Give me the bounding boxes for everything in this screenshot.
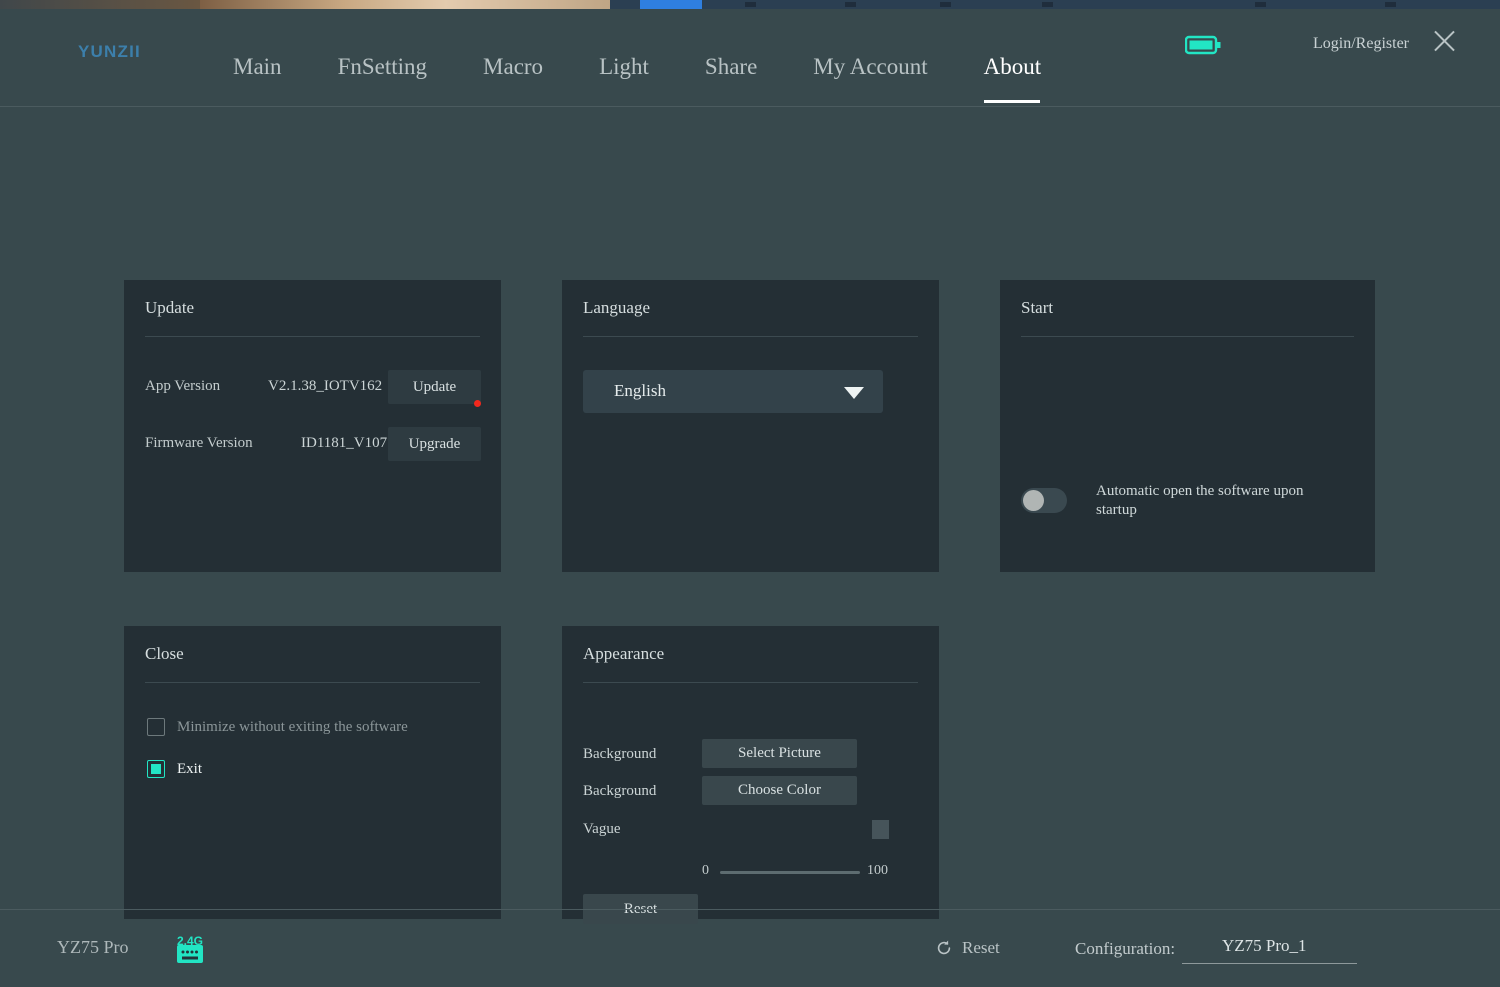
card-language-body: English — [562, 337, 939, 572]
footer-reset-label: Reset — [962, 938, 1000, 957]
autostart-label: Automatic open the software upon startup — [1096, 483, 1304, 518]
card-close-title: Close — [145, 644, 184, 663]
tab-fnsetting[interactable]: FnSetting — [310, 51, 455, 83]
card-update: Update App Version V2.1.38_IOTV162 Updat… — [124, 280, 501, 572]
background-toolbar-mark — [845, 2, 856, 7]
vague-slider-row: 0 100 — [702, 863, 888, 881]
card-appearance-title: Appearance — [583, 644, 665, 663]
app-footer: YZ75 Pro 2.4G Reset Configuration: YZ75 … — [0, 909, 1500, 987]
app-version-row: App Version V2.1.38_IOTV162 Update — [145, 370, 481, 407]
chevron-down-icon — [844, 387, 864, 399]
app-window: YUNZII Main FnSetting Macro Light Share … — [0, 9, 1500, 987]
background-toolbar-mark — [1042, 2, 1053, 7]
card-start-title: Start — [1021, 298, 1054, 317]
battery-icon — [1185, 35, 1221, 55]
update-button[interactable]: Update — [388, 370, 481, 404]
card-language-title: Language — [583, 298, 651, 317]
card-appearance: Appearance Background Select Picture Bac… — [562, 626, 939, 924]
background-color-label: Background — [583, 783, 657, 799]
app-version-value: V2.1.38_IOTV162 — [268, 378, 383, 394]
update-notification-badge — [474, 400, 481, 407]
background-toolbar-mark — [1385, 2, 1396, 7]
divider — [1021, 336, 1354, 337]
minimize-label: Minimize without exiting the software — [177, 719, 408, 735]
desktop-wallpaper-sliver — [200, 0, 610, 9]
desktop-edge-left — [0, 0, 200, 9]
configuration-label: Configuration: — [1075, 939, 1176, 958]
select-picture-button[interactable]: Select Picture — [702, 739, 857, 768]
configuration-input[interactable]: YZ75 Pro_1 — [1182, 934, 1357, 964]
card-update-body: App Version V2.1.38_IOTV162 Update Firmw… — [124, 337, 501, 572]
login-register-link[interactable]: Login/Register — [1313, 33, 1409, 55]
background-toolbar-mark — [1255, 2, 1266, 7]
upgrade-button[interactable]: Upgrade — [388, 427, 481, 461]
card-update-title: Update — [145, 298, 195, 317]
card-close-body: Minimize without exiting the software Ex… — [124, 683, 501, 919]
vague-min-label: 0 — [702, 863, 709, 878]
background-toolbar-mark — [745, 2, 756, 7]
firmware-version-value: ID1181_V107 — [301, 435, 388, 451]
choose-color-button[interactable]: Choose Color — [702, 776, 857, 805]
brand-logo: YUNZII — [78, 42, 141, 61]
vague-label: Vague — [583, 821, 621, 837]
app-version-label: App Version — [145, 378, 221, 394]
tab-macro[interactable]: Macro — [455, 51, 571, 83]
footer-reset-button[interactable]: Reset — [935, 938, 1000, 958]
background-picture-label: Background — [583, 746, 657, 762]
connected-device-name: YZ75 Pro — [57, 937, 129, 957]
tab-about[interactable]: About — [956, 51, 1070, 83]
language-select[interactable]: English — [583, 370, 883, 413]
card-close: Close Minimize without exiting the softw… — [124, 626, 501, 919]
refresh-icon — [937, 940, 951, 955]
desktop-background-strip — [0, 0, 1500, 9]
tab-share[interactable]: Share — [677, 51, 785, 83]
main-navigation: Main FnSetting Macro Light Share My Acco… — [205, 51, 1069, 83]
minimize-checkbox[interactable] — [147, 718, 165, 736]
tab-light[interactable]: Light — [571, 51, 677, 83]
vague-max-label: 100 — [867, 863, 888, 878]
firmware-version-row: Firmware Version ID1181_V107 Upgrade — [145, 427, 481, 463]
main-content: Update App Version V2.1.38_IOTV162 Updat… — [0, 107, 1500, 924]
language-selected-value: English — [614, 381, 666, 400]
background-browser-tab — [640, 0, 702, 9]
tab-my-account[interactable]: My Account — [785, 51, 955, 83]
card-language: Language English — [562, 280, 939, 572]
background-toolbar-mark — [940, 2, 951, 7]
vague-slider[interactable] — [720, 871, 860, 874]
firmware-version-label: Firmware Version — [145, 435, 253, 451]
app-header: YUNZII Main FnSetting Macro Light Share … — [0, 9, 1500, 107]
keyboard-24g-icon[interactable]: 2.4G — [169, 929, 211, 971]
close-icon[interactable] — [1428, 25, 1460, 57]
card-appearance-body: Background Select Picture Background Cho… — [562, 683, 939, 924]
autostart-toggle[interactable] — [1021, 488, 1067, 513]
exit-checkbox[interactable] — [147, 760, 165, 778]
toggle-knob — [1023, 490, 1044, 511]
card-start: Start Automatic open the software upon s… — [1000, 280, 1375, 572]
configuration-value: YZ75 Pro_1 — [1222, 936, 1307, 955]
exit-label: Exit — [177, 761, 202, 777]
color-swatch[interactable] — [872, 820, 889, 839]
tab-main[interactable]: Main — [205, 51, 310, 83]
